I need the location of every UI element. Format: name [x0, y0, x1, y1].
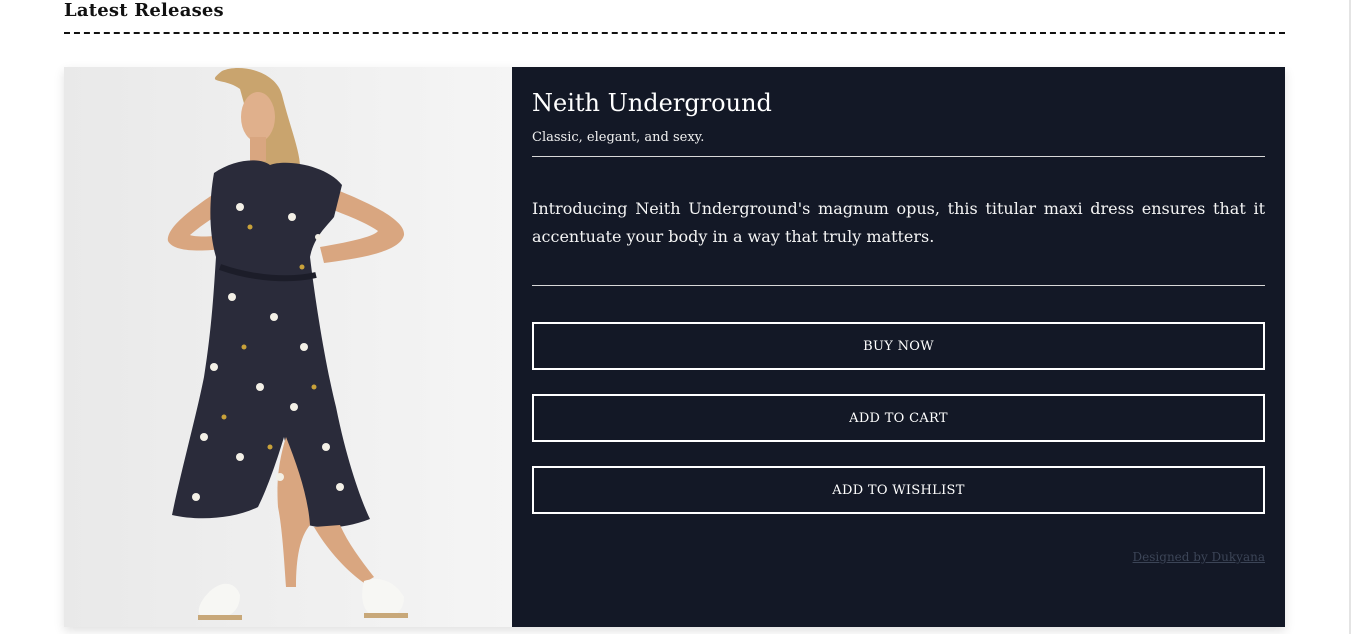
section-divider [64, 32, 1285, 34]
details-divider-bottom [532, 285, 1265, 286]
product-name: Neith Underground [532, 89, 772, 117]
product-photo [64, 67, 512, 627]
buy-now-button[interactable]: BUY NOW [532, 322, 1265, 370]
product-image [64, 67, 512, 627]
section-title: Latest Releases [64, 0, 224, 21]
add-to-cart-button[interactable]: ADD TO CART [532, 394, 1265, 442]
details-divider-top [532, 156, 1265, 157]
product-card: Neith Underground Classic, elegant, and … [64, 67, 1285, 627]
designer-credit-link[interactable]: Designed by Dukyana [1133, 550, 1265, 564]
product-details: Neith Underground Classic, elegant, and … [512, 67, 1285, 627]
product-tagline: Classic, elegant, and sexy. [532, 130, 705, 145]
add-to-wishlist-button[interactable]: ADD TO WISHLIST [532, 466, 1265, 514]
product-description: Introducing Neith Underground's magnum o… [532, 199, 1265, 246]
